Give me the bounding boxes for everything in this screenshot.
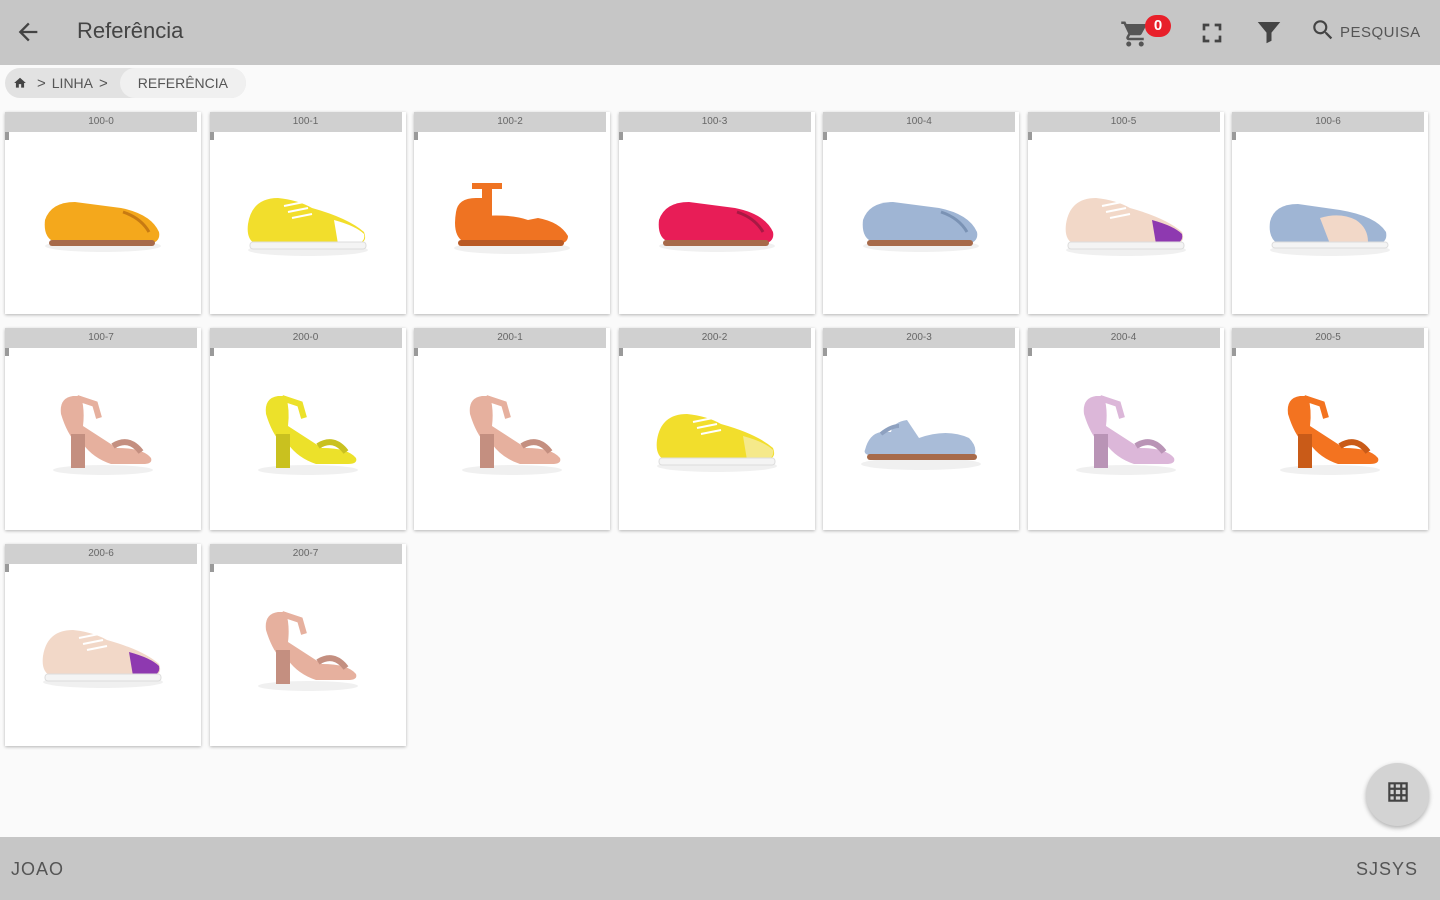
card-corner-tab: [1027, 348, 1032, 356]
card-corner-tab: [414, 348, 418, 356]
breadcrumb-current: REFERÊNCIA: [119, 68, 246, 98]
product-ref-label: 100-6: [1232, 112, 1424, 132]
card-corner-tab: [618, 348, 623, 356]
product-image: [851, 158, 991, 268]
product-card[interactable]: 100-6: [1232, 112, 1428, 314]
product-card[interactable]: 100-4: [823, 112, 1019, 314]
product-card[interactable]: 200-4: [1027, 328, 1224, 530]
product-image: [647, 374, 787, 484]
product-card[interactable]: 200-6: [5, 544, 201, 746]
footer-user: JOAO: [11, 859, 65, 879]
card-corner-tab: [209, 348, 214, 356]
product-image: [1260, 158, 1400, 268]
product-image: [33, 158, 173, 268]
product-image: [33, 374, 173, 484]
product-image: [1056, 374, 1196, 484]
product-card[interactable]: 100-3: [618, 112, 815, 314]
product-image: [238, 158, 378, 268]
search-button[interactable]: PESQUISA: [1310, 17, 1421, 47]
cart-count-badge: 0: [1145, 15, 1171, 37]
page-title: Referência: [77, 18, 184, 43]
product-image: [1056, 158, 1196, 268]
product-image: [442, 158, 582, 268]
filter-icon[interactable]: [1254, 17, 1284, 47]
chevron-right-icon: >: [37, 74, 46, 92]
footer-company: SJSYS: [1355, 859, 1418, 879]
product-ref-label: 100-0: [5, 112, 197, 132]
product-image: [33, 590, 173, 700]
home-icon[interactable]: [5, 68, 35, 98]
product-image: [647, 158, 787, 268]
product-ref-label: 100-1: [209, 112, 402, 132]
product-ref-label: 200-7: [209, 544, 402, 564]
card-corner-tab: [5, 348, 9, 356]
search-icon: [1310, 17, 1336, 48]
product-card[interactable]: 100-0: [5, 112, 201, 314]
card-corner-tab: [618, 132, 623, 140]
product-ref-label: 100-5: [1027, 112, 1220, 132]
product-card[interactable]: 100-2: [414, 112, 610, 314]
product-ref-label: 200-5: [1232, 328, 1424, 348]
product-ref-label: 200-2: [618, 328, 811, 348]
product-card[interactable]: 200-3: [823, 328, 1019, 530]
card-corner-tab: [5, 564, 9, 572]
table-grid-icon: [1385, 779, 1411, 810]
product-image: [238, 590, 378, 700]
product-ref-label: 200-1: [414, 328, 606, 348]
search-label: PESQUISA: [1340, 23, 1421, 41]
product-image: [442, 374, 582, 484]
card-corner-tab: [209, 564, 214, 572]
product-ref-label: 200-0: [209, 328, 402, 348]
card-corner-tab: [414, 132, 418, 140]
card-corner-tab: [5, 132, 9, 140]
fullscreen-icon[interactable]: [1196, 17, 1228, 49]
product-grid: 100-0 100-1 100-2 100-3 100-4 100-5 100-…: [5, 112, 1435, 746]
card-corner-tab: [209, 132, 214, 140]
product-card[interactable]: 100-5: [1027, 112, 1224, 314]
product-ref-label: 100-2: [414, 112, 606, 132]
card-corner-tab: [1027, 132, 1032, 140]
card-corner-tab: [1232, 132, 1236, 140]
back-arrow-icon[interactable]: [14, 18, 42, 46]
card-corner-tab: [1232, 348, 1236, 356]
product-image: [851, 374, 991, 484]
product-card[interactable]: 200-0: [209, 328, 406, 530]
breadcrumb: > LINHA > REFERÊNCIA: [5, 68, 246, 98]
product-ref-label: 100-4: [823, 112, 1015, 132]
grid-view-button[interactable]: [1366, 763, 1429, 826]
product-card[interactable]: 200-5: [1232, 328, 1428, 530]
product-card[interactable]: 200-2: [618, 328, 815, 530]
product-card[interactable]: 200-7: [209, 544, 406, 746]
product-card[interactable]: 100-7: [5, 328, 201, 530]
product-ref-label: 100-3: [618, 112, 811, 132]
product-ref-label: 200-3: [823, 328, 1015, 348]
footer-bar: JOAO SJSYS: [0, 837, 1440, 900]
card-corner-tab: [823, 132, 827, 140]
breadcrumb-item-linha[interactable]: LINHA: [52, 75, 93, 91]
product-ref-label: 200-4: [1027, 328, 1220, 348]
top-app-bar: Referência 0 PESQUISA: [0, 0, 1440, 65]
chevron-right-icon: >: [99, 74, 108, 92]
card-corner-tab: [823, 348, 827, 356]
product-card[interactable]: 200-1: [414, 328, 610, 530]
product-image: [1260, 374, 1400, 484]
product-ref-label: 100-7: [5, 328, 197, 348]
product-image: [238, 374, 378, 484]
product-ref-label: 200-6: [5, 544, 197, 564]
product-card[interactable]: 100-1: [209, 112, 406, 314]
